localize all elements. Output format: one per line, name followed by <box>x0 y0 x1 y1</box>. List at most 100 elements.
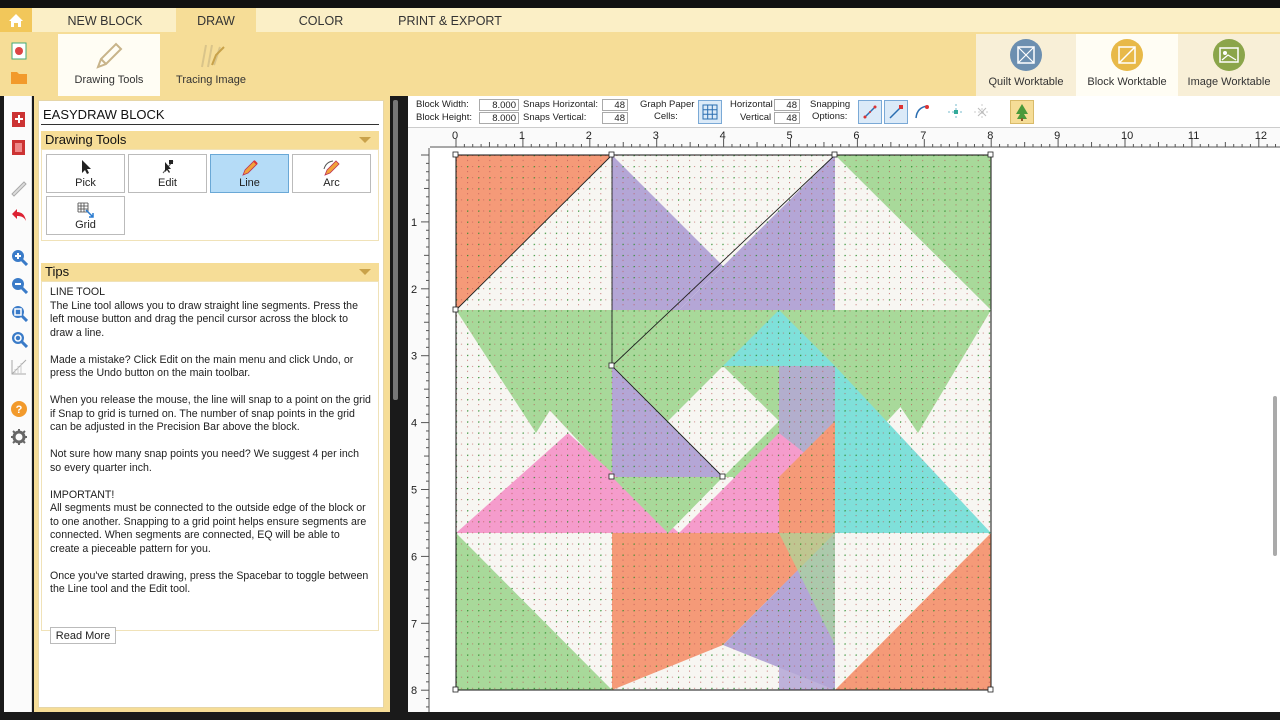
window-top-border <box>0 0 1280 8</box>
snaps-vertical-input[interactable]: 48 <box>602 112 628 124</box>
panel-title: EASYDRAW BLOCK <box>41 107 379 125</box>
cells-vertical-input[interactable]: 48 <box>774 112 800 124</box>
undo-button[interactable] <box>8 204 30 226</box>
edit-tool-button[interactable]: Edit <box>128 154 207 193</box>
tab-new-block[interactable]: NEW BLOCK <box>56 8 154 32</box>
block-worktable: Block Width: 8.000 Block Height: 8.000 S… <box>408 96 1280 712</box>
horizontal-label: Horizontal <box>730 99 773 110</box>
ruler-h-tick-label: 4 <box>720 130 726 142</box>
drawing-tools-button[interactable]: Drawing Tools <box>58 34 160 96</box>
drawing-canvas[interactable]: 0 1 2 3 4 5 6 7 8 9 10 11 12 12345678 <box>408 128 1280 712</box>
image-worktable-icon <box>1213 39 1245 71</box>
snap-node-icon <box>889 105 903 119</box>
image-worktable-button[interactable]: Image Worktable <box>1178 34 1280 96</box>
tab-print-export[interactable]: PRINT & EXPORT <box>394 8 506 32</box>
snap-to-grid-button[interactable] <box>858 100 882 124</box>
add-nodes-button[interactable] <box>944 100 968 124</box>
tab-color[interactable]: COLOR <box>290 8 352 32</box>
remove-nodes-button[interactable] <box>970 100 994 124</box>
zoom-refresh-button[interactable] <box>8 328 30 350</box>
block-height-label: Block Height: <box>416 112 472 123</box>
new-project-icon <box>11 42 27 60</box>
add-to-project-button[interactable] <box>1010 100 1034 124</box>
ruler-h-tick-label: 2 <box>586 130 592 142</box>
tips-text: LINE TOOL The Line tool allows you to dr… <box>50 286 372 610</box>
tip-paragraph: IMPORTANT! All segments must be connecte… <box>50 488 367 555</box>
zoom-out-button[interactable] <box>8 274 30 296</box>
arc-tool-button[interactable]: Arc <box>292 154 371 193</box>
remove-nodes-icon <box>974 104 990 120</box>
sketchbook-icon <box>12 140 25 155</box>
tip-paragraph: LINE TOOL The Line tool allows you to dr… <box>50 286 358 339</box>
grid-icon <box>702 104 718 120</box>
line-tool-label: Line <box>239 177 260 189</box>
ruler-h-tick-label: 10 <box>1121 130 1133 142</box>
snaps-horizontal-label: Snaps Horizontal: <box>523 99 598 110</box>
tips-header-label: Tips <box>45 264 70 279</box>
new-project-button[interactable] <box>8 40 30 62</box>
sketchbook-button[interactable] <box>8 136 30 158</box>
tab-draw[interactable]: DRAW <box>176 8 256 32</box>
snap-to-curve-button[interactable] <box>910 100 934 124</box>
line-tool-button[interactable]: Line <box>210 154 289 193</box>
easydraw-panel: EASYDRAW BLOCK Drawing Tools Pick Edit L… <box>38 100 384 708</box>
image-worktable-label: Image Worktable <box>1187 76 1271 88</box>
pick-tool-button[interactable]: Pick <box>46 154 125 193</box>
vertical-scrollbar[interactable] <box>1273 396 1277 556</box>
block-worktable-button[interactable]: Block Worktable <box>1076 34 1178 96</box>
add-to-sketchbook-button[interactable] <box>8 108 30 130</box>
tips-body: LINE TOOL The Line tool allows you to dr… <box>41 281 379 644</box>
graph-paper-button[interactable] <box>8 356 30 378</box>
snap-curve-icon <box>915 105 929 119</box>
block-height-input[interactable]: 8.000 <box>479 112 519 124</box>
snaps-horizontal-input[interactable]: 48 <box>602 99 628 111</box>
drawing-tools-header[interactable]: Drawing Tools <box>41 131 379 149</box>
pencil-icon <box>241 160 258 176</box>
block-worktable-label: Block Worktable <box>1087 76 1167 88</box>
ruler-h-tick-label: 6 <box>853 130 859 142</box>
ruler-v-tick-label: 4 <box>411 418 417 430</box>
quilt-block[interactable] <box>452 151 994 693</box>
undo-icon <box>12 209 26 221</box>
arc-tool-label: Arc <box>323 177 340 189</box>
grid-icon <box>77 202 94 218</box>
ruler-h-tick-label: 9 <box>1054 130 1060 142</box>
zoom-in-button[interactable] <box>8 246 30 268</box>
quilt-worktable-icon <box>1010 39 1042 71</box>
panel-scrollbar[interactable] <box>393 100 398 400</box>
tracing-image-label: Tracing Image <box>176 74 246 86</box>
tip-paragraph: Once you've started drawing, press the S… <box>50 569 369 596</box>
block-width-input[interactable]: 8.000 <box>479 99 519 111</box>
tracing-image-icon <box>201 44 225 68</box>
graph-paper-toggle[interactable] <box>698 100 722 124</box>
ruler-v-tick-label: 7 <box>411 618 417 630</box>
block-drawing[interactable]: 0 1 2 3 4 5 6 7 8 9 10 11 12 12345678 <box>408 128 1280 712</box>
edit-tool-label: Edit <box>158 177 177 189</box>
gear-icon <box>11 429 27 445</box>
help-button[interactable]: ? <box>8 398 30 420</box>
tips-header[interactable]: Tips <box>41 263 379 281</box>
read-more-button[interactable]: Read More <box>50 627 116 644</box>
window-bottom-border <box>0 712 1280 720</box>
vertical-label: Vertical <box>740 112 772 123</box>
zoom-refresh-icon <box>12 332 28 348</box>
collapse-arrow-icon[interactable] <box>359 269 371 275</box>
home-button[interactable] <box>0 8 32 32</box>
zoom-fit-button[interactable] <box>8 302 30 324</box>
ruler-v-tick-label: 8 <box>411 685 417 697</box>
ruler-button[interactable] <box>8 178 30 200</box>
quilt-worktable-button[interactable]: Quilt Worktable <box>976 34 1076 96</box>
cells-horizontal-input[interactable]: 48 <box>774 99 800 111</box>
snaps-vertical-label: Snaps Vertical: <box>523 112 587 123</box>
open-project-button[interactable] <box>8 66 30 88</box>
tip-paragraph: When you release the mouse, the line wil… <box>50 394 371 433</box>
side-panel: EASYDRAW BLOCK Drawing Tools Pick Edit L… <box>34 96 390 712</box>
grid-tool-button[interactable]: Grid <box>46 196 125 235</box>
collapse-arrow-icon[interactable] <box>359 137 371 143</box>
snap-to-node-button[interactable] <box>884 100 908 124</box>
ruler-v-tick-label: 3 <box>411 351 417 363</box>
tracing-image-button[interactable]: Tracing Image <box>162 34 260 96</box>
snapping-label: Snapping <box>810 99 851 110</box>
zoom-fit-icon <box>12 306 28 322</box>
settings-button[interactable] <box>8 426 30 448</box>
